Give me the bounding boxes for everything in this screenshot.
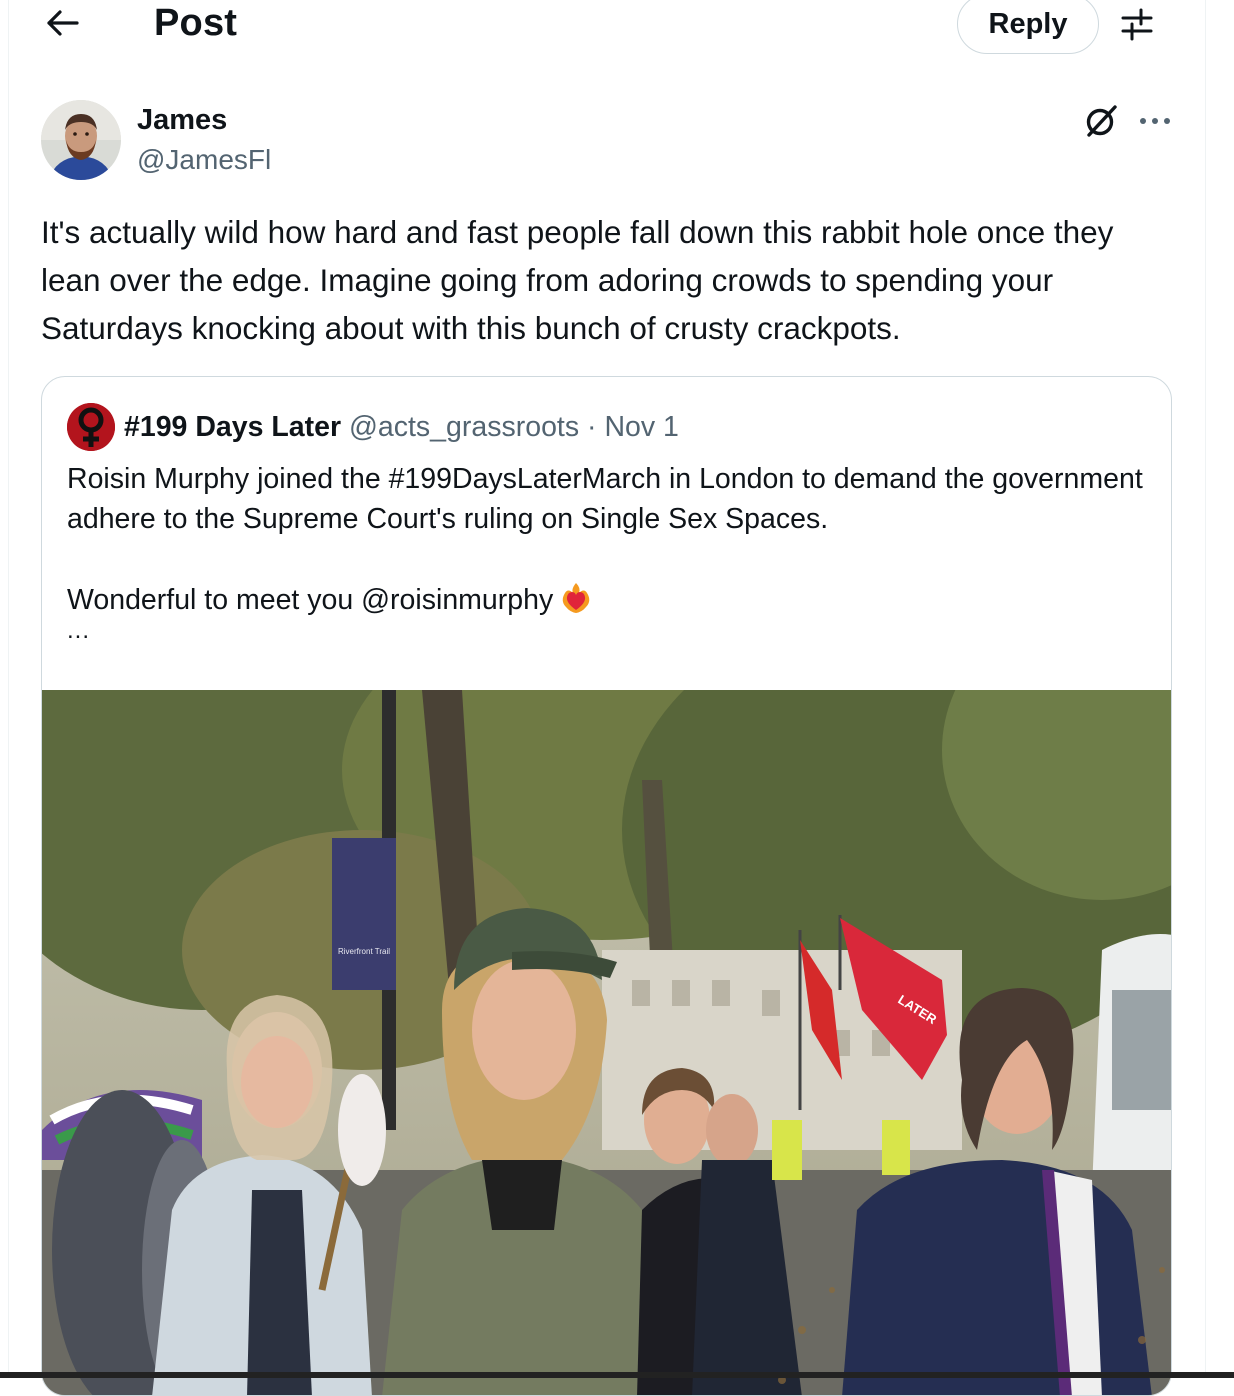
back-button[interactable] <box>36 0 88 46</box>
quoted-post-header: #199 Days Later @acts_grassroots · Nov 1 <box>124 407 679 447</box>
author-handle[interactable]: @JamesFl <box>137 142 271 178</box>
banner-text: Riverfront Trail <box>338 947 390 956</box>
quoted-text-line1: Roisin Murphy joined the #199DaysLaterMa… <box>67 463 1151 535</box>
quoted-post-text: Roisin Murphy joined the #199DaysLaterMa… <box>67 459 1147 626</box>
separator-dot: · <box>587 411 597 443</box>
quoted-post-photo[interactable]: Riverfront Trail LATER <box>42 690 1171 1395</box>
quoted-post-date[interactable]: Nov 1 <box>604 411 678 443</box>
more-options-button[interactable] <box>1134 100 1176 142</box>
reply-button[interactable]: Reply <box>957 0 1099 54</box>
grok-button[interactable] <box>1080 100 1122 142</box>
settings-button[interactable] <box>1114 2 1160 46</box>
quoted-author-name[interactable]: #199 Days Later <box>124 411 341 443</box>
quoted-post-ellipsis: ... <box>67 617 91 644</box>
photo-march-london: Riverfront Trail LATER <box>42 690 1171 1395</box>
page-title: Post <box>154 2 238 44</box>
author-avatar[interactable] <box>41 100 121 180</box>
venus-symbol-icon <box>67 403 115 451</box>
post-text: It's actually wild how hard and fast peo… <box>41 214 1123 346</box>
author-name[interactable]: James <box>137 101 227 139</box>
avatar-photo <box>41 100 121 180</box>
quoted-text-line2: Wonderful to meet you @roisinmurphy <box>67 584 554 616</box>
window-bottom-edge <box>0 1372 1234 1378</box>
arrow-left-icon <box>47 10 79 36</box>
more-horizontal-icon <box>1140 118 1170 124</box>
heart-on-fire-icon <box>559 579 593 626</box>
grok-icon <box>1086 105 1117 137</box>
quoted-author-avatar[interactable] <box>67 403 115 451</box>
sliders-icon <box>1121 8 1153 41</box>
quoted-author-handle[interactable]: @acts_grassroots <box>349 411 579 443</box>
quoted-post-card[interactable]: #199 Days Later @acts_grassroots · Nov 1… <box>41 376 1172 1396</box>
